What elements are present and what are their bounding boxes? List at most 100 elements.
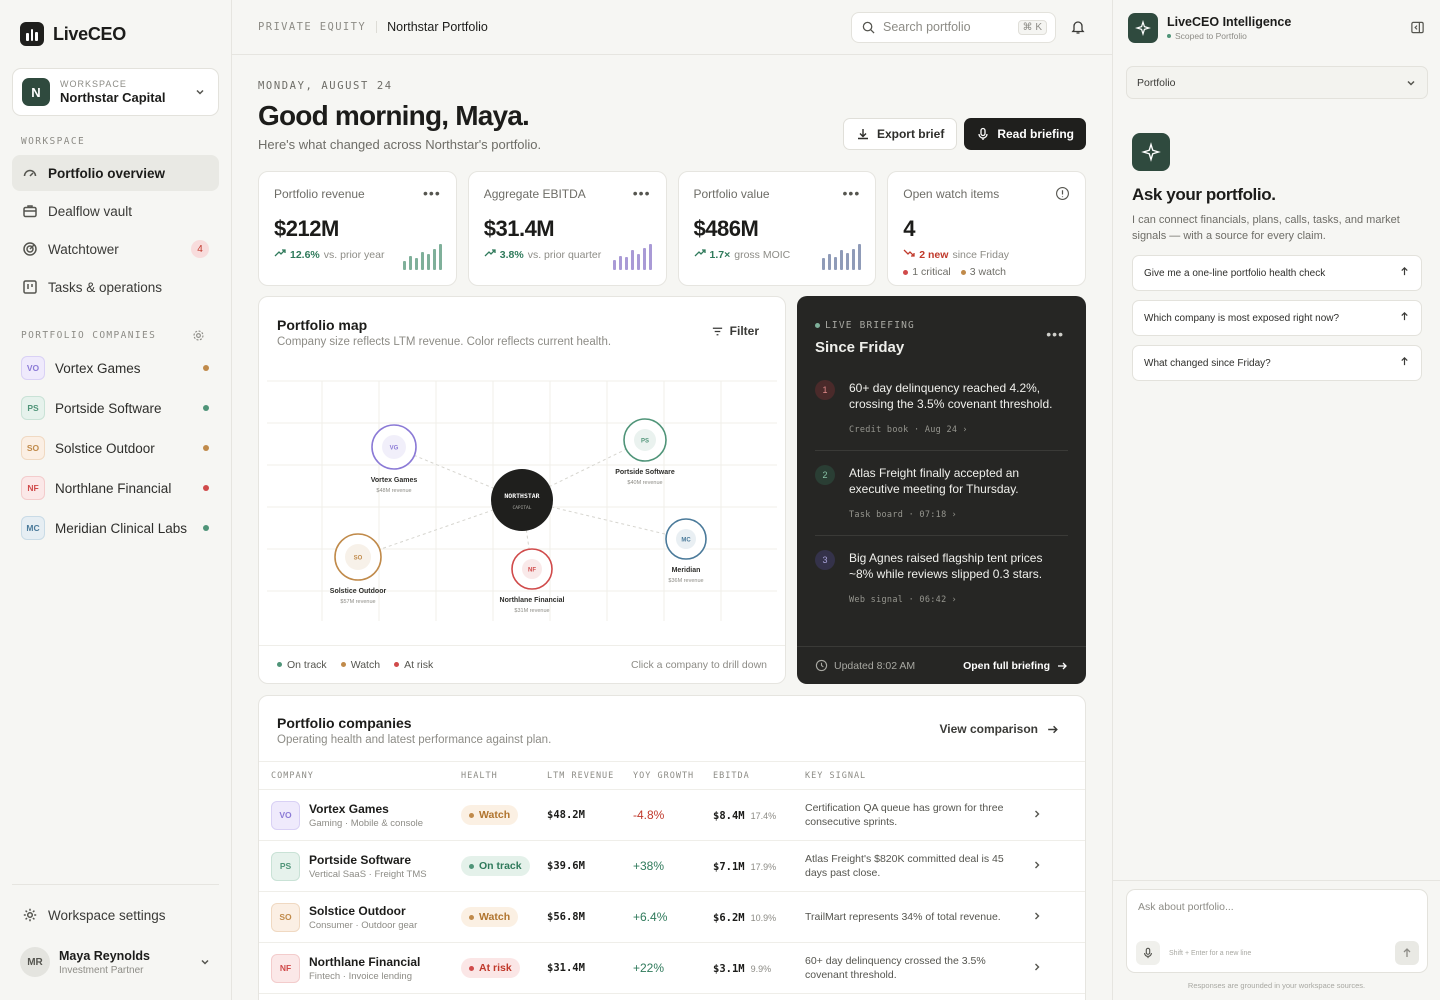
send-button[interactable] [1395, 941, 1419, 965]
table-row[interactable]: NF Northlane Financial Fintech · Invoice l… [259, 942, 1085, 994]
suggestion-text: Which company is most exposed right now? [1144, 312, 1340, 324]
map-node[interactable]: MC Meridian $36M revenue [665, 518, 707, 584]
filter-button[interactable]: Filter [711, 324, 759, 338]
nav-dealflow-vault[interactable]: Dealflow vault [12, 193, 219, 229]
more-options-icon[interactable]: ••• [843, 185, 861, 201]
microphone-button[interactable] [1136, 941, 1160, 965]
watchtower-count-badge: 4 [191, 240, 209, 258]
sidebar-company-item[interactable]: MC Meridian Clinical Labs [12, 508, 219, 548]
sparkline [402, 244, 442, 270]
workspace-switcher[interactable]: N WORKSPACE Northstar Capital [12, 68, 219, 116]
briefing-source-link[interactable]: Credit book · Aug 24 › [849, 425, 1068, 435]
suggestion-chip[interactable]: Give me a one-line portfolio health chec… [1132, 255, 1422, 291]
breadcrumb-section[interactable]: PRIVATE EQUITY [258, 21, 378, 33]
briefing-item[interactable]: 1 60+ day delinquency reached 4.2%, cross… [815, 366, 1068, 451]
nav-watchtower[interactable]: Watchtower 4 [12, 231, 219, 267]
company-cell: PS Portside Software Vertical SaaS · Freig… [259, 840, 449, 892]
briefing-source-link[interactable]: Task board · 07:18 › [849, 510, 1068, 520]
more-options-icon[interactable]: ••• [1046, 326, 1064, 342]
row-action[interactable] [1019, 942, 1085, 994]
open-full-briefing-link[interactable]: Open full briefing [963, 660, 1068, 672]
briefing-source-link[interactable]: Web signal · 06:42 › [849, 595, 1068, 605]
view-comparison-link[interactable]: View comparison [940, 722, 1059, 736]
info-icon[interactable] [1055, 186, 1070, 204]
sparkline-bar [420, 252, 424, 270]
status-badge: Watch [461, 805, 519, 825]
briefing-item[interactable]: 2 Atlas Freight finally accepted an execu… [815, 451, 1068, 536]
sidebar-company-item[interactable]: VO Vortex Games [12, 348, 219, 388]
sidebar-company-item[interactable]: SO Solstice Outdoor [12, 428, 219, 468]
assistant-title: LiveCEO Intelligence [1167, 14, 1292, 29]
sparkline-bar [822, 258, 826, 270]
health-label: On track [479, 860, 522, 872]
briefing-number: 3 [815, 550, 835, 570]
scope-select[interactable]: Portfolio [1126, 66, 1428, 99]
company-sector: Gaming · Mobile & console [309, 817, 424, 829]
more-options-icon[interactable]: ••• [423, 185, 441, 201]
status-dot [203, 405, 209, 411]
sidebar-company-item[interactable]: PS Portside Software [12, 388, 219, 428]
table-row[interactable]: SO Solstice Outdoor Consumer · Outdoor gea… [259, 891, 1085, 943]
sidebar: LiveCEO N WORKSPACE Northstar Capital WO… [0, 0, 232, 1000]
kpi-card[interactable]: Open watch items 4 2 new since Friday 1 crit… [887, 171, 1086, 286]
signal-cell: 60+ day delinquency crossed the 3.5% cov… [793, 942, 1019, 994]
chevron-right-icon [1035, 810, 1040, 817]
nav-tasks-operations[interactable]: Tasks & operations [12, 269, 219, 305]
briefing-item[interactable]: 3 Big Agnes raised flagship tent prices ~… [815, 536, 1068, 620]
map-node[interactable]: SO Solstice Outdoor $57M revenue [330, 533, 387, 605]
company-avatar: NF [271, 953, 300, 983]
portfolio-map[interactable]: VG Vortex Games $48M revenue PS Portside Sof… [259, 345, 786, 645]
table-row[interactable]: PS Portside Software Vertical SaaS · Freig… [259, 840, 1085, 892]
kpi-value: $212M [274, 216, 339, 241]
livceo-logo-icon [20, 22, 44, 46]
suggestion-chip[interactable]: What changed since Friday? [1132, 345, 1422, 381]
user-menu[interactable]: MR Maya Reynolds Investment Partner [12, 947, 219, 977]
node-name: Northlane Financial [500, 597, 565, 604]
workspace-settings-link[interactable]: Workspace settings [12, 897, 219, 933]
legend-dot [277, 662, 282, 667]
company-name: Portside Software [309, 852, 412, 867]
kpi-card[interactable]: Portfolio value ••• $486M 1.7× gross MOIC [677, 171, 877, 286]
kpi-card[interactable]: Portfolio revenue ••• $212M 12.6% vs. prior … [258, 171, 457, 286]
table-row[interactable]: VO Vortex Games Gaming · Mobile & console W… [259, 789, 1085, 841]
suggestion-chip[interactable]: Which company is most exposed right now? [1132, 300, 1422, 336]
nav-portfolio-overview[interactable]: Portfolio overview [12, 155, 219, 191]
brand[interactable]: LiveCEO [12, 0, 219, 68]
row-action[interactable] [1019, 840, 1085, 892]
live-label-text: LIVE BRIEFING [825, 320, 915, 331]
sidebar-company-item[interactable]: NF Northlane Financial [12, 468, 219, 508]
chat-input[interactable]: Ask about portfolio... Shift + Enter for… [1126, 889, 1428, 973]
export-brief-button[interactable]: Export brief [842, 118, 958, 150]
legend-item: Watch [340, 659, 380, 671]
main-content: PRIVATE EQUITY Northstar Portfolio Searc… [232, 0, 1112, 1000]
collapse-panel-icon[interactable] [1410, 20, 1425, 35]
node-revenue: $48M revenue [376, 488, 411, 494]
company-name: Solstice Outdoor [309, 903, 406, 918]
bell-icon[interactable] [1070, 19, 1086, 35]
map-node[interactable]: PS Portside Software $40M revenue [615, 418, 675, 486]
node-revenue: $36M revenue [668, 578, 703, 584]
company-name: Solstice Outdoor [55, 440, 155, 456]
map-node[interactable]: NF Northlane Financial $31M revenue [500, 548, 565, 614]
company-avatar: SO [21, 436, 45, 460]
kpi-delta-value: 3.8% [499, 248, 524, 261]
kpi-label: Portfolio value [693, 187, 770, 201]
map-title: Portfolio map [277, 317, 368, 333]
search-input[interactable]: Search portfolio ⌘ K [851, 11, 1056, 43]
gear-icon[interactable] [192, 329, 205, 342]
chevron-right-icon: › [951, 510, 957, 520]
read-briefing-button[interactable]: Read briefing [964, 118, 1086, 150]
briefing-source: Web signal · 06:42 [849, 595, 947, 605]
row-action[interactable] [1019, 891, 1085, 943]
company-avatar: VO [271, 800, 300, 830]
search-shortcut: ⌘ K [1017, 19, 1047, 35]
health-cell: At risk [449, 942, 535, 994]
more-options-icon[interactable]: ••• [633, 185, 651, 201]
kpi-card[interactable]: Aggregate EBITDA ••• $31.4M 3.8% vs. prior q… [467, 171, 667, 286]
map-center-node[interactable]: NORTHSTAR CAPITAL [491, 469, 553, 531]
row-action[interactable] [1019, 789, 1085, 841]
workspace-label: WORKSPACE [60, 79, 127, 89]
breadcrumb-page: Northstar Portfolio [387, 20, 488, 34]
map-node[interactable]: VG Vortex Games $48M revenue [371, 424, 418, 494]
assistant-header: LiveCEO Intelligence Scoped to Portfolio [1113, 0, 1440, 55]
